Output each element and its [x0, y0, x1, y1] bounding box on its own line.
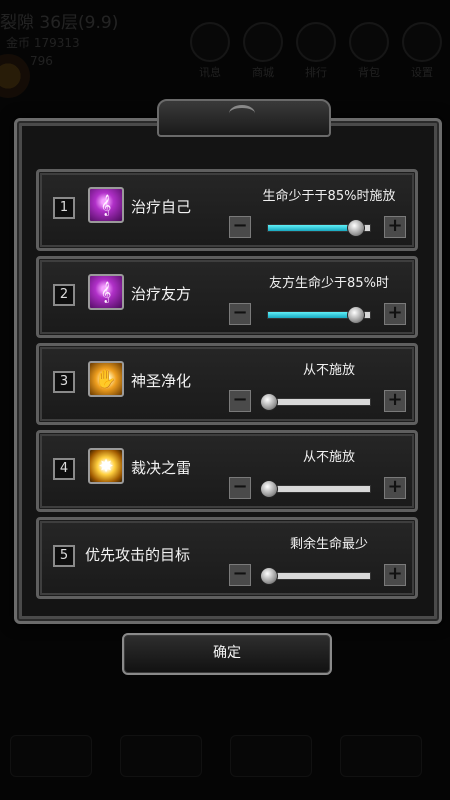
slider-fill [268, 225, 355, 231]
skill-name: 神圣净化 [131, 372, 192, 390]
row-index: 5 [53, 545, 75, 567]
condition-label: 从不施放 [302, 363, 355, 378]
row-index: 2 [53, 284, 75, 306]
row-index: 4 [53, 458, 75, 480]
threshold-slider[interactable] [267, 306, 371, 324]
decrease-button[interactable]: − [229, 390, 251, 412]
decrease-button[interactable]: − [229, 303, 251, 325]
target-priority-label: 优先攻击的目标 [85, 546, 191, 564]
slider-knob[interactable] [260, 393, 278, 411]
slider-knob[interactable] [260, 480, 278, 498]
slider-knob[interactable] [346, 306, 365, 324]
slider-knob[interactable] [346, 219, 365, 237]
increase-button[interactable]: + [384, 477, 406, 499]
judgment-thunder-icon: ✸ [88, 448, 124, 484]
slider-fill [268, 312, 355, 318]
tactic-row-5: 5 优先攻击的目标 剩余生命最少 − + [36, 517, 418, 599]
heal-self-icon: 𝄞 [88, 187, 124, 223]
skill-name: 裁决之雷 [131, 459, 192, 477]
skill-name: 治疗自己 [131, 198, 192, 216]
tactic-row-1: 1 𝄞 治疗自己 生命少于于85%时施放 − + [36, 169, 418, 251]
threshold-slider[interactable] [260, 480, 371, 498]
confirm-button[interactable]: 确定 [122, 633, 332, 675]
priority-slider[interactable] [260, 567, 371, 585]
slider-knob[interactable] [260, 567, 278, 585]
tactic-row-4: 4 ✸ 裁决之雷 从不施放 − + [36, 430, 418, 512]
holy-purify-icon: ✋ [88, 361, 124, 397]
decrease-button[interactable]: − [229, 216, 251, 238]
increase-button[interactable]: + [384, 303, 406, 325]
condition-label: 剩余生命最少 [289, 537, 368, 552]
condition-label: 从不施放 [302, 450, 355, 465]
threshold-slider[interactable] [260, 393, 371, 411]
heal-ally-icon: 𝄞 [88, 274, 124, 310]
row-index: 1 [53, 197, 75, 219]
increase-button[interactable]: + [384, 564, 406, 586]
tactic-row-3: 3 ✋ 神圣净化 从不施放 − + [36, 343, 418, 425]
condition-label: 生命少于于85%时施放 [262, 189, 396, 204]
decrease-button[interactable]: − [229, 564, 251, 586]
increase-button[interactable]: + [384, 216, 406, 238]
condition-label: 友方生命少于85%时 [269, 276, 389, 291]
skill-name: 治疗友方 [131, 285, 192, 303]
tactic-row-2: 2 𝄞 治疗友方 友方生命少于85%时 − + [36, 256, 418, 338]
increase-button[interactable]: + [384, 390, 406, 412]
decrease-button[interactable]: − [229, 477, 251, 499]
row-index: 3 [53, 371, 75, 393]
threshold-slider[interactable] [267, 219, 371, 237]
frame-crest [157, 99, 331, 137]
